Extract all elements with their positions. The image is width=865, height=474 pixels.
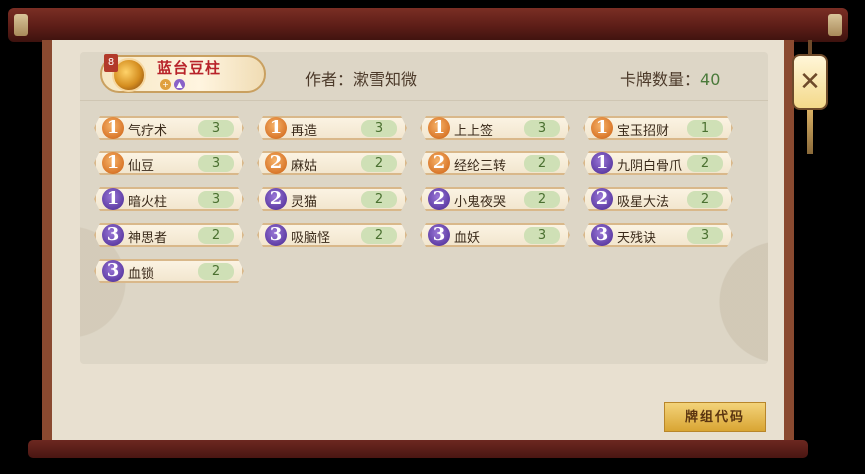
card-quantity: 1 xyxy=(687,120,723,137)
card-entry[interactable]: 3 血妖 3 xyxy=(420,223,570,247)
card-quantity: 2 xyxy=(687,191,723,208)
card-quantity: 2 xyxy=(361,155,397,172)
card-name: 小鬼夜哭 xyxy=(454,195,507,210)
card-name: 气疗术 xyxy=(128,124,168,139)
scroll-bottom-rod xyxy=(28,440,808,458)
card-quantity: 2 xyxy=(524,191,560,208)
card-cost-badge: 2 xyxy=(428,188,450,210)
card-entry[interactable]: 3 吸脑怪 2 xyxy=(257,223,407,247)
card-cost-badge: 1 xyxy=(265,117,287,139)
card-name: 血妖 xyxy=(454,231,481,246)
card-quantity: 2 xyxy=(198,227,234,244)
card-name: 血锁 xyxy=(128,267,155,282)
scroll-top-rod xyxy=(8,8,848,42)
card-cost-badge: 3 xyxy=(591,224,613,246)
plus-element-icon: + xyxy=(160,79,171,90)
card-quantity: 3 xyxy=(198,155,234,172)
card-name: 吸脑怪 xyxy=(291,231,331,246)
card-quantity: 3 xyxy=(524,227,560,244)
card-cost-badge: 1 xyxy=(102,188,124,210)
card-entry[interactable]: 1 上上签 3 xyxy=(420,116,570,140)
card-name: 九阴白骨爪 xyxy=(617,159,683,174)
card-quantity: 2 xyxy=(361,227,397,244)
card-cost-badge: 2 xyxy=(591,188,613,210)
card-entry[interactable]: 2 经纶三转 2 xyxy=(420,151,570,175)
card-cost-badge: 2 xyxy=(265,188,287,210)
card-quantity: 3 xyxy=(687,227,723,244)
card-entry[interactable]: 2 小鬼夜哭 2 xyxy=(420,187,570,211)
card-quantity: 2 xyxy=(361,191,397,208)
card-name: 仙豆 xyxy=(128,159,155,174)
card-name: 吸星大法 xyxy=(617,195,670,210)
card-name: 暗火柱 xyxy=(128,195,168,210)
triangle-element-icon: ▲ xyxy=(174,79,185,90)
card-cost-badge: 1 xyxy=(102,117,124,139)
card-entry[interactable]: 3 天残诀 3 xyxy=(583,223,733,247)
card-entry[interactable]: 1 暗火柱 3 xyxy=(94,187,244,211)
card-cost-badge: 1 xyxy=(102,152,124,174)
card-entry[interactable]: 1 宝玉招财 1 xyxy=(583,116,733,140)
card-name: 再造 xyxy=(291,124,318,139)
author-info: 作者：漱雪知微 xyxy=(305,66,417,90)
deck-name: 蓝台豆柱 xyxy=(157,59,222,77)
card-entry[interactable]: 3 血锁 2 xyxy=(94,259,244,283)
card-count: 卡牌数量：40 xyxy=(620,66,720,90)
card-cost-badge: 1 xyxy=(591,117,613,139)
close-icon: ✕ xyxy=(799,67,821,97)
card-quantity: 3 xyxy=(361,120,397,137)
card-cost-badge: 2 xyxy=(265,152,287,174)
card-cost-badge: 3 xyxy=(102,224,124,246)
card-entry[interactable]: 1 再造 3 xyxy=(257,116,407,140)
card-quantity: 2 xyxy=(198,263,234,280)
deck-code-button[interactable]: 牌组代码 xyxy=(664,402,766,432)
card-name: 经纶三转 xyxy=(454,159,507,174)
card-cost-badge: 1 xyxy=(591,152,613,174)
card-entry[interactable]: 3 神思者 2 xyxy=(94,223,244,247)
author-label: 作者： xyxy=(305,70,354,89)
card-cost-badge: 3 xyxy=(265,224,287,246)
card-name: 天残诀 xyxy=(617,231,657,246)
close-button[interactable]: ✕ xyxy=(792,54,828,110)
card-entry[interactable]: 1 九阴白骨爪 2 xyxy=(583,151,733,175)
card-name: 宝玉招财 xyxy=(617,124,670,139)
card-cost-badge: 3 xyxy=(428,224,450,246)
card-name: 上上签 xyxy=(454,124,494,139)
card-quantity: 3 xyxy=(198,191,234,208)
author-name: 漱雪知微 xyxy=(353,70,418,89)
lantern-tassel xyxy=(807,110,813,154)
card-count-value: 40 xyxy=(700,70,721,89)
card-cost-badge: 2 xyxy=(428,152,450,174)
card-entry[interactable]: 1 仙豆 3 xyxy=(94,151,244,175)
card-entry[interactable]: 1 气疗术 3 xyxy=(94,116,244,140)
card-quantity: 3 xyxy=(198,120,234,137)
card-cost-badge: 3 xyxy=(102,260,124,282)
card-cost-badge: 1 xyxy=(428,117,450,139)
card-quantity: 3 xyxy=(524,120,560,137)
card-name: 麻姑 xyxy=(291,159,318,174)
card-entry[interactable]: 2 麻姑 2 xyxy=(257,151,407,175)
card-quantity: 2 xyxy=(524,155,560,172)
card-entry[interactable]: 2 吸星大法 2 xyxy=(583,187,733,211)
card-entry[interactable]: 2 灵猫 2 xyxy=(257,187,407,211)
card-count-label: 卡牌数量： xyxy=(620,70,701,89)
card-quantity: 2 xyxy=(687,155,723,172)
card-name: 灵猫 xyxy=(291,195,318,210)
deck-element-icons: + ▲ xyxy=(160,79,185,90)
header-divider xyxy=(80,100,768,101)
card-name: 神思者 xyxy=(128,231,168,246)
deck-tag-icon: 8 xyxy=(104,54,118,72)
